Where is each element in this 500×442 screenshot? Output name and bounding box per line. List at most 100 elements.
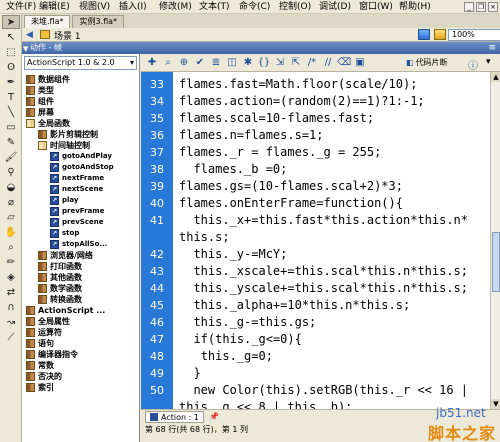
tree-item[interactable]: ↗ prevScene [22,217,139,228]
rectangle-tool-icon[interactable]: ▭ [2,120,20,134]
pen-tool-icon[interactable]: ✒ [2,75,20,89]
swap-colors-icon[interactable]: ⇄ [2,285,20,299]
debug-options-icon[interactable]: ✱ [241,56,255,70]
panel-menu-icon[interactable]: ≡ [488,42,496,54]
apply-block-comment-icon[interactable]: /* [305,56,319,70]
tree-item[interactable]: 语句 [22,338,139,349]
tree-item[interactable]: ↗ prevFrame [22,206,139,217]
show-hide-toolbox-icon[interactable]: ▣ [353,56,367,70]
help-icon[interactable]: ⓘ [468,57,478,72]
tree-item[interactable]: 影片剪辑控制 [22,129,139,140]
hand-tool-icon[interactable]: ✋ [2,225,20,239]
fill-color-icon[interactable]: ◈ [2,270,20,284]
tree-item[interactable]: ↗ stop [22,228,139,239]
code-line[interactable]: 33 flames.fast=Math.floor(scale/10); [141,76,490,93]
code-line[interactable]: 39 flames.gs=(10-flames.scal+2)*3; [141,178,490,195]
menu-edit[interactable]: 编辑(E) [35,0,75,14]
toolbar-menu-icon[interactable]: ▾ [486,57,491,67]
subselect-tool-icon[interactable]: ↖ [2,30,20,44]
snap-magnet-icon[interactable]: ∩ [2,300,20,314]
text-tool-icon[interactable]: T [2,90,20,104]
tree-item[interactable]: ↗ play [22,195,139,206]
restore-icon[interactable]: ❐ [476,2,486,12]
code-line[interactable]: 49 } [141,365,490,382]
tree-item[interactable]: 否决的 [22,371,139,382]
close-icon[interactable]: × [488,2,498,12]
code-hint-icon[interactable]: ◫ [225,56,239,70]
editor-vertical-scrollbar[interactable]: ▲ ▼ [490,72,500,409]
collapse-selection-icon[interactable]: ⇲ [273,56,287,70]
menu-commands[interactable]: 命令(C) [235,0,275,14]
stroke-color-icon[interactable]: ✏ [2,255,20,269]
scroll-down-icon[interactable]: ▼ [491,399,500,409]
straighten-icon[interactable]: ⟋ [2,330,20,344]
code-line[interactable]: this.s; [141,229,490,246]
add-item-icon[interactable]: ✚ [145,56,159,70]
menu-insert[interactable]: 插入(I) [115,0,155,14]
code-line[interactable]: 41 this._x+=this.fast*this.action*this.n… [141,212,490,229]
tree-item[interactable]: 数学函数 [22,283,139,294]
auto-format-icon[interactable]: ≣ [209,56,223,70]
scroll-up-icon[interactable]: ▲ [491,72,500,82]
tree-item[interactable]: ↗ nextScene [22,184,139,195]
smooth-icon[interactable]: ↝ [2,315,20,329]
edit-scene-icon[interactable] [418,29,430,40]
menu-view[interactable]: 视图(V) [75,0,115,14]
lasso-tool-icon[interactable]: ʘ [2,60,20,74]
edit-symbols-icon[interactable] [434,29,446,40]
pin-script-icon[interactable]: 📌 [209,412,219,421]
pencil-tool-icon[interactable]: ✎ [2,135,20,149]
tree-item[interactable]: ↗ stopAllSo... [22,239,139,250]
code-editor[interactable]: 33 flames.fast=Math.floor(scale/10); 34 fla… [141,72,490,409]
apply-line-comment-icon[interactable]: // [321,56,335,70]
tree-item[interactable]: 时间轴控制 [22,140,139,151]
code-line[interactable]: 35 flames.scal=10-flames.fast; [141,110,490,127]
tree-item[interactable]: 类型 [22,85,139,96]
selection-tool-icon[interactable]: ➤ [2,15,20,29]
menu-control[interactable]: 控制(O) [275,0,315,14]
tree-item[interactable]: 打印函数 [22,261,139,272]
tree-item[interactable]: 常数 [22,360,139,371]
code-line[interactable]: 36 flames.n=flames.s=1; [141,127,490,144]
code-line[interactable]: 50 new Color(this).setRGB(this._r << 16 … [141,382,490,399]
find-icon[interactable]: ⌕ [161,56,175,70]
check-syntax-icon[interactable]: ✔ [193,56,207,70]
code-line[interactable]: 48 this._g=0; [141,348,490,365]
code-line[interactable]: 42 this._y-=McY; [141,246,490,263]
menu-text[interactable]: 文本(T) [195,0,235,14]
tree-item[interactable]: 全局函数 [22,118,139,129]
brush-tool-icon[interactable]: 🖌 [2,150,20,164]
tree-item[interactable]: 索引 [22,382,139,393]
tree-item[interactable]: 运算符 [22,327,139,338]
code-line[interactable]: 38 flames._b =0; [141,161,490,178]
expand-all-icon[interactable]: ⇱ [289,56,303,70]
code-line[interactable]: 43 this._xscale+=this.scal*this.n*this.s… [141,263,490,280]
tree-item[interactable]: 数据组件 [22,74,139,85]
line-tool-icon[interactable]: ╲ [2,105,20,119]
code-line[interactable]: 40 flames.onEnterFrame=function(){ [141,195,490,212]
eraser-tool-icon[interactable]: ▱ [2,210,20,224]
tree-item[interactable]: 组件 [22,96,139,107]
tab-document-2[interactable]: 实例3.fla* [72,15,125,28]
eyedropper-icon[interactable]: ⌀ [2,195,20,209]
minimize-icon[interactable]: _ [464,2,474,12]
tab-document-1[interactable]: 未堆.fla* [24,15,71,28]
tree-item[interactable]: 编译器指令 [22,349,139,360]
tree-item[interactable]: 全局属性 [22,316,139,327]
free-transform-tool-icon[interactable]: ⬚ [2,45,20,59]
tree-item[interactable]: 转换函数 [22,294,139,305]
tree-item[interactable]: 其他函数 [22,272,139,283]
actionscript-version-select[interactable]: ActionScript 1.0 & 2.0 [24,56,137,70]
menu-window[interactable]: 窗口(W) [355,0,395,14]
menu-modify[interactable]: 修改(M) [155,0,195,14]
scroll-thumb[interactable] [492,232,500,292]
bone-tool-icon[interactable]: ⚲ [2,165,20,179]
code-line[interactable]: 47 if(this._g<=0){ [141,331,490,348]
code-line[interactable]: 44 this._yscale+=this.scal*this.n*this.s… [141,280,490,297]
tree-item[interactable]: ↗ nextFrame [22,173,139,184]
paint-bucket-icon[interactable]: ◒ [2,180,20,194]
menu-file[interactable]: 文件(F) [2,0,36,14]
code-line[interactable]: 46 this._g-=this.gs; [141,314,490,331]
tree-item[interactable]: 浏览器/网络 [22,250,139,261]
zoom-tool-icon[interactable]: ⌕ [2,240,20,254]
